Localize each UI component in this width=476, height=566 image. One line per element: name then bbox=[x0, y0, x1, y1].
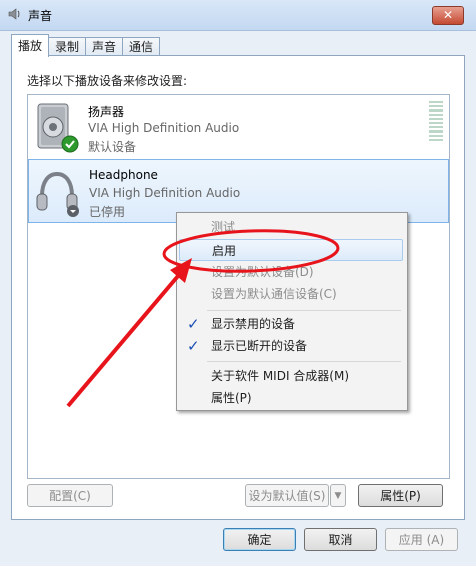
sound-app-icon bbox=[8, 8, 20, 20]
headphone-icon bbox=[36, 171, 79, 217]
set-default-button[interactable]: 设为默认值(S) bbox=[245, 484, 329, 507]
ok-button[interactable]: 确定 bbox=[223, 528, 296, 551]
context-menu: 测试 启用 设置为默认设备(D) 设置为默认通信设备(C) ✓ 显示禁用的设备 … bbox=[176, 212, 408, 411]
properties-button[interactable]: 属性(P) bbox=[358, 484, 443, 507]
set-default-dropdown-icon[interactable]: ▼ bbox=[330, 484, 346, 507]
volume-meter bbox=[429, 101, 443, 142]
menu-item-label: 显示禁用的设备 bbox=[211, 317, 296, 331]
speaker-icon bbox=[37, 103, 79, 153]
menu-item-test[interactable]: 测试 bbox=[179, 216, 403, 238]
menu-separator bbox=[207, 361, 401, 362]
menu-item-properties[interactable]: 属性(P) bbox=[179, 387, 403, 409]
device-status: 默认设备 bbox=[88, 140, 137, 154]
title-bar[interactable]: 声音 ✕ bbox=[0, 0, 476, 31]
device-name: Headphone bbox=[89, 168, 158, 182]
device-driver: VIA High Definition Audio bbox=[89, 186, 241, 200]
apply-button[interactable]: 应用 (A) bbox=[385, 528, 458, 551]
menu-item-about-midi[interactable]: 关于软件 MIDI 合成器(M) bbox=[179, 365, 403, 387]
menu-item-label: 显示已断开的设备 bbox=[211, 339, 308, 353]
menu-item-enable[interactable]: 启用 bbox=[179, 239, 403, 261]
menu-item-show-disabled[interactable]: ✓ 显示禁用的设备 bbox=[179, 313, 403, 335]
tab-playback[interactable]: 播放 bbox=[11, 34, 50, 57]
tab-recording[interactable]: 录制 bbox=[48, 37, 87, 57]
checkmark-icon: ✓ bbox=[187, 337, 200, 355]
tab-sounds[interactable]: 声音 bbox=[85, 37, 124, 57]
configure-button[interactable]: 配置(C) bbox=[27, 484, 113, 507]
device-name: 扬声器 bbox=[88, 105, 125, 119]
close-button[interactable]: ✕ bbox=[432, 6, 464, 25]
device-status: 已停用 bbox=[89, 205, 126, 219]
menu-item-set-default[interactable]: 设置为默认设备(D) bbox=[179, 261, 403, 283]
checkmark-icon: ✓ bbox=[187, 315, 200, 333]
sound-dialog: 声音 ✕ 播放 录制 声音 通信 选择以下播放设备来修改设置: 扬声器 VIA … bbox=[0, 0, 476, 566]
menu-separator bbox=[207, 310, 401, 311]
menu-item-set-default-comm[interactable]: 设置为默认通信设备(C) bbox=[179, 283, 403, 305]
device-driver: VIA High Definition Audio bbox=[88, 121, 240, 135]
window-title: 声音 bbox=[28, 9, 53, 23]
instruction-text: 选择以下播放设备来修改设置: bbox=[27, 74, 188, 88]
menu-item-show-disconnected[interactable]: ✓ 显示已断开的设备 bbox=[179, 335, 403, 357]
device-row-speaker[interactable]: 扬声器 VIA High Definition Audio 默认设备 bbox=[28, 95, 449, 159]
tab-communications[interactable]: 通信 bbox=[122, 37, 161, 57]
cancel-button[interactable]: 取消 bbox=[304, 528, 377, 551]
tab-strip: 播放 录制 声音 通信 bbox=[11, 34, 161, 57]
